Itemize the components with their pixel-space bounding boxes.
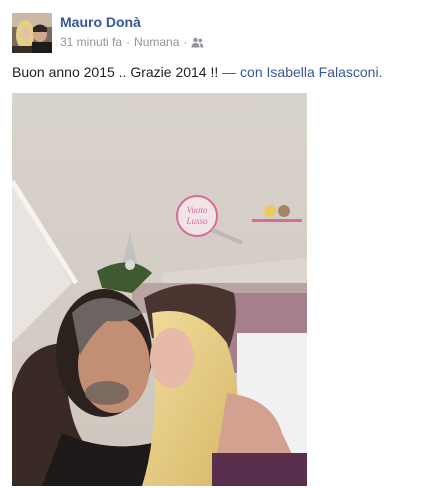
photo-image: Vuoto Lusso <box>12 93 307 486</box>
post-timestamp[interactable]: 31 minuti fa <box>60 35 122 49</box>
author-avatar[interactable] <box>12 13 52 53</box>
meta-separator-2: · <box>183 35 188 49</box>
post-photo[interactable]: Vuoto Lusso <box>12 93 307 486</box>
svg-text:Lusso: Lusso <box>185 216 208 226</box>
post-location[interactable]: Numana <box>134 35 179 49</box>
tagged-person-link[interactable]: Isabella Falasconi <box>267 64 379 80</box>
post-meta: 31 minuti fa · Numana · <box>60 34 204 50</box>
facebook-post: Mauro Donà 31 minuti fa · Numana · Buon … <box>0 0 422 488</box>
tag-suffix: . <box>378 64 383 80</box>
meta-separator: · <box>126 35 131 49</box>
avatar-image <box>12 13 52 53</box>
friends-icon[interactable] <box>191 37 204 48</box>
author-name-link[interactable]: Mauro Donà <box>60 14 141 30</box>
tag-prefix: — con <box>222 64 263 80</box>
post-message-text: Buon anno 2015 .. Grazie 2014 !! <box>12 64 219 80</box>
svg-text:Vuoto: Vuoto <box>187 205 208 215</box>
post-message: Buon anno 2015 .. Grazie 2014 !! — con I… <box>12 64 412 80</box>
